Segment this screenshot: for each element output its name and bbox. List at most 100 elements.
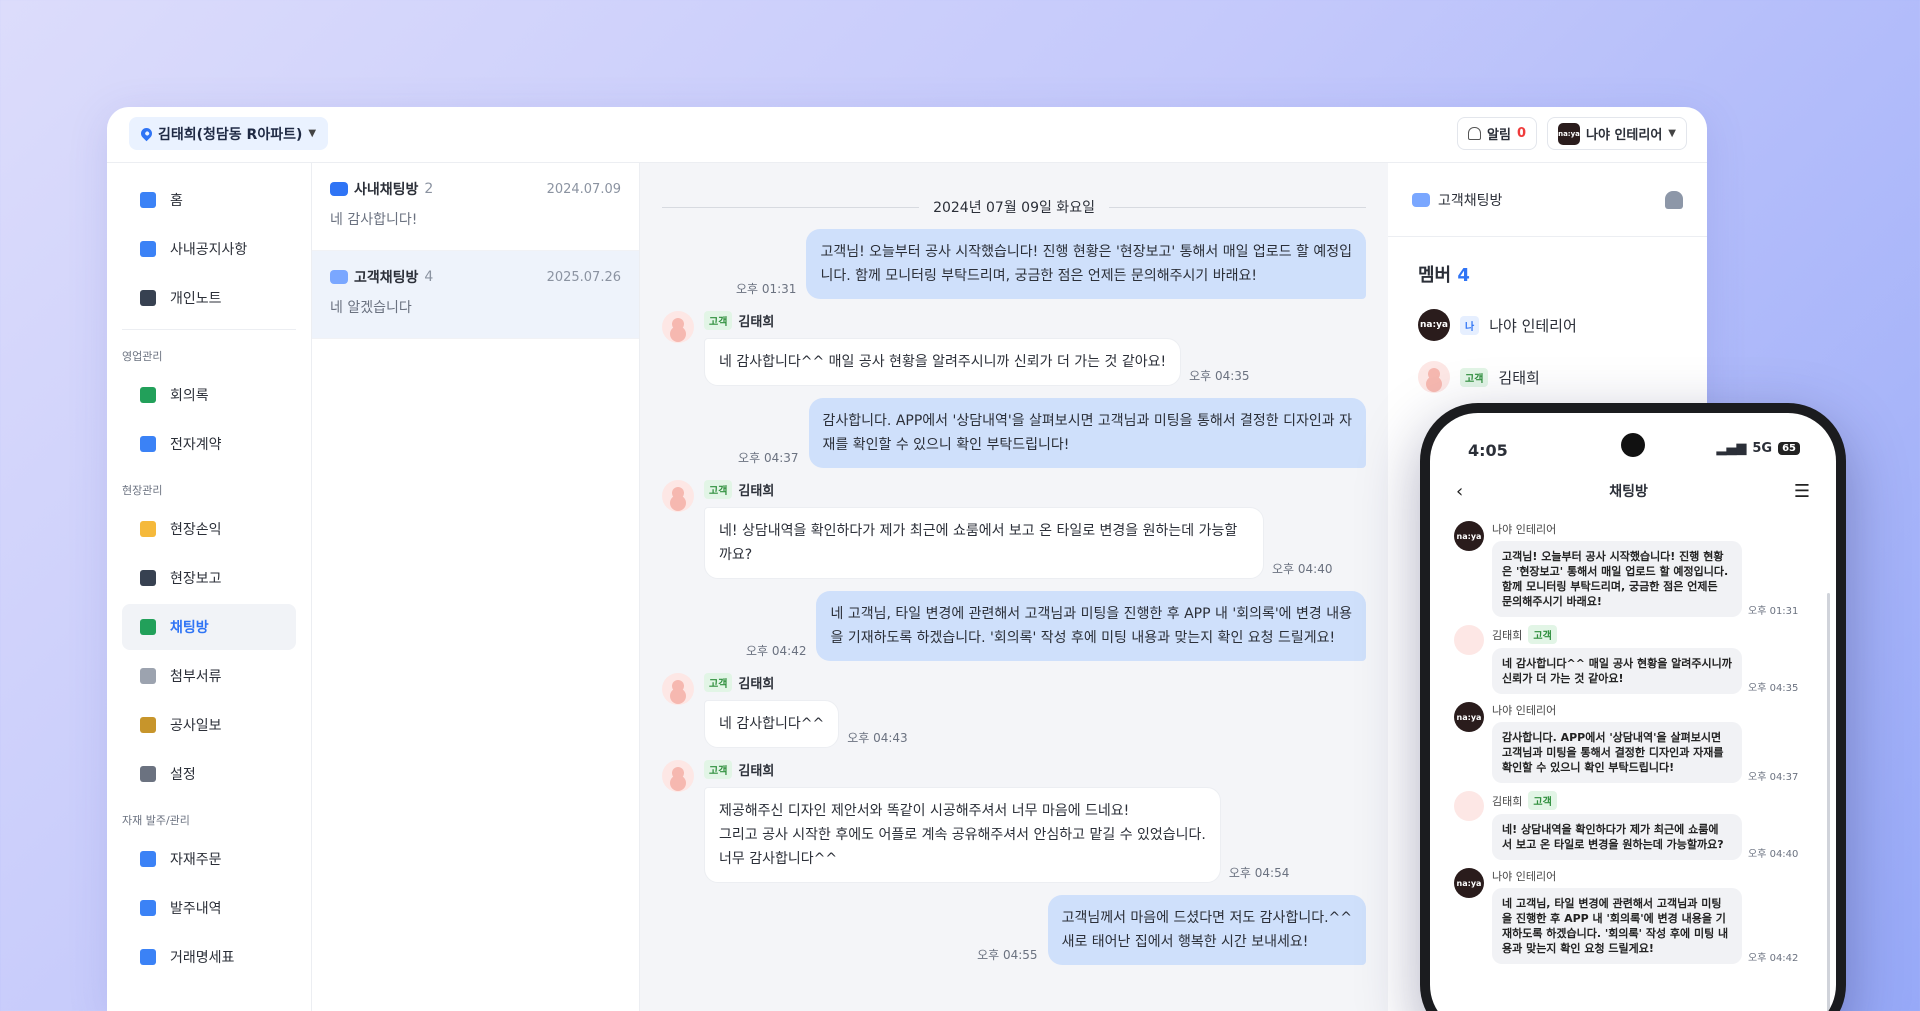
sidebar-item-label: 회의록 [170, 388, 209, 404]
phone-message-sender: 나야 인테리어 [1492, 521, 1816, 537]
invoice-icon [140, 949, 156, 965]
group-chat-icon [330, 270, 348, 284]
status-bar: 4:05 ▂▄▆ 5G 65 [1430, 413, 1836, 469]
date-divider: 2024년 07월 09일 화요일 [662, 197, 1366, 217]
avatar [662, 760, 694, 792]
message-line: 서 보고 온 타일로 변경을 원하는데 가능할까요? [1502, 838, 1724, 851]
sidebar-item[interactable]: 첨부서류 [122, 653, 296, 699]
room-item-customer[interactable]: 고객채팅방 4 2025.07.26 네 알겠습니다 [312, 251, 639, 339]
battery-level: 65 [1778, 442, 1800, 455]
company-logo: na:ya [1454, 868, 1484, 898]
members-label: 멤버 [1418, 265, 1452, 286]
sidebar-item-label: 설정 [170, 767, 196, 783]
group-chat-icon [1412, 192, 1430, 207]
chevron-down-icon: ▼ [308, 128, 317, 139]
room-item-internal[interactable]: 사내채팅방 2 2024.07.09 네 감사합니다! [312, 163, 639, 251]
company-logo: na:ya [1558, 122, 1580, 145]
sidebar-divider [122, 329, 296, 330]
message-line: 네 감사합니다^^ 매일 공사 현황을 알려주시니까 [1502, 657, 1732, 670]
notebook-icon [140, 290, 156, 306]
phone-message-bubble: 고객님! 오늘부터 공사 시작했습니다! 진행 현황 은 '현장보고' 통해서 매… [1492, 541, 1742, 617]
message-line: 감사합니다. APP에서 '상담내역'을 살펴보시면 [1502, 731, 1722, 744]
message-row-outgoing: 오후 01:31 고객님! 오늘부터 공사 시작했습니다! 진행 현황은 '현장보… [662, 229, 1366, 299]
chat-icon [140, 619, 156, 635]
sidebar-item-label: 첨부서류 [170, 669, 222, 685]
location-pin-icon [138, 125, 155, 142]
sidebar-item[interactable]: 채팅방 [122, 604, 296, 650]
room-last-message: 네 알겠습니다 [330, 300, 412, 316]
sidebar-item-label: 현장손익 [170, 522, 222, 538]
sidebar-item[interactable]: 자재주문 [122, 836, 296, 882]
message-sender: 고객 김태희 [704, 760, 1289, 779]
message-line: 그리고 공사 시작한 후에도 어플로 계속 공유해주셔서 안심하고 맡길 수 있… [719, 827, 1206, 843]
sidebar-item[interactable]: 회의록 [122, 372, 296, 418]
member-item[interactable]: 고객 김태희 [1388, 351, 1707, 403]
sidebar-item[interactable]: 사내공지사항 [122, 226, 296, 272]
room-last-message: 네 감사합니다! [330, 212, 418, 228]
status-time: 4:05 [1468, 441, 1508, 460]
message-bubble: 네 감사합니다^^ [704, 700, 840, 748]
member-item[interactable]: na:ya 나 나야 인테리어 [1388, 299, 1707, 351]
phone-message: na:ya 나야 인테리어 감사합니다. APP에서 '상담내역'을 살펴보시면 고객… [1430, 702, 1836, 783]
phone-mockup: 4:05 ▂▄▆ 5G 65 ‹ 채팅방 ☰ na:ya 나야 인테리어 고객님! … [1420, 403, 1846, 1011]
sidebar-item-label: 채팅방 [170, 620, 209, 636]
hamburger-menu-icon[interactable]: ☰ [1794, 481, 1810, 502]
profit-icon [140, 521, 156, 537]
phone-header: ‹ 채팅방 ☰ [1430, 469, 1836, 513]
message-line: 신뢰가 더 가는 것 같아요! [1502, 672, 1624, 685]
sidebar-item-label: 자재주문 [170, 852, 222, 868]
member-name: 나야 인테리어 [1489, 316, 1577, 335]
customer-tag: 고객 [704, 311, 733, 330]
cart-icon [140, 851, 156, 867]
section-material: 자재 발주/관리 [122, 814, 190, 827]
message-line: 재하도록 하겠습니다. '회의록' 작성 후에 미팅 내 [1502, 927, 1729, 940]
sender-name: 김태희 [738, 677, 775, 692]
back-icon[interactable]: ‹ [1456, 481, 1463, 502]
message-line: 고객님께서 마음에 드셨다면 저도 감사합니다.^^ [1061, 910, 1352, 926]
message-line: 네 감사합니다^^ [719, 716, 825, 732]
message-bubble: 고객님! 오늘부터 공사 시작했습니다! 진행 현황은 '현장보고' 통해서 매… [806, 229, 1366, 299]
message-time: 오후 04:35 [1748, 683, 1799, 694]
sidebar-item[interactable]: 개인노트 [122, 275, 296, 321]
sidebar-item-label: 현장보고 [170, 571, 222, 587]
phone-message: 김태희 고객 네 감사합니다^^ 매일 공사 현황을 알려주시니까 신뢰가 더 가는 … [1430, 625, 1836, 694]
megaphone-icon [140, 241, 156, 257]
message-column: 고객 김태희 네 감사합니다^^ 오후 04:43 [704, 673, 908, 748]
order-list-icon [140, 900, 156, 916]
chat-bubble-icon [330, 182, 348, 196]
company-logo: na:ya [1454, 521, 1484, 551]
minutes-icon [140, 387, 156, 403]
site-selector[interactable]: 김태희(청담동 R아파트) ▼ [129, 117, 329, 150]
home-icon [140, 192, 156, 208]
sidebar-item[interactable]: 홈 [122, 177, 296, 223]
report-icon [140, 570, 156, 586]
message-sender: 고객 김태희 [704, 673, 908, 692]
phone-message-bubble: 네 감사합니다^^ 매일 공사 현황을 알려주시니까신뢰가 더 가는 것 같아요… [1492, 648, 1742, 694]
sender-name: 나야 인테리어 [1492, 704, 1557, 717]
alerts-button[interactable]: 알림 0 [1457, 117, 1537, 150]
sidebar-item[interactable]: 거래명세표 [122, 934, 296, 980]
company-menu-button[interactable]: na:ya 나야 인테리어 ▼ [1547, 117, 1687, 150]
avatar [662, 311, 694, 343]
site-name: 김태희(청담동 R아파트) [158, 126, 303, 143]
chat-room-list: 사내채팅방 2 2024.07.09 네 감사합니다! 고객채팅방 4 2025… [312, 163, 640, 1011]
sidebar-item[interactable]: 공사일보 [122, 702, 296, 748]
message-line: 고객님! 오늘부터 공사 시작했습니다! 진행 현황 [1502, 550, 1724, 563]
section-sales: 영업관리 [122, 350, 163, 363]
sender-name: 나야 인테리어 [1492, 523, 1557, 536]
message-bubble: 감사합니다. APP에서 '상담내역'을 살펴보시면 고객님과 미팅을 통해서 … [808, 398, 1366, 468]
message-sender: 고객 김태희 [704, 480, 1332, 499]
message-bubble: 네 고객님, 타일 변경에 관련해서 고객님과 미팅을 진행한 후 APP 내 … [816, 591, 1366, 661]
chevron-down-icon: ▼ [1668, 128, 1676, 139]
sidebar-item[interactable]: 현장보고 [122, 555, 296, 601]
scrollbar[interactable] [1827, 593, 1830, 1011]
sidebar-item[interactable]: 발주내역 [122, 885, 296, 931]
message-time: 오후 04:35 [1189, 369, 1250, 383]
phone-message-sender: 나야 인테리어 [1492, 868, 1816, 884]
notification-bell-icon[interactable] [1665, 190, 1683, 209]
sidebar-item[interactable]: 설정 [122, 751, 296, 797]
sidebar-item[interactable]: 전자계약 [122, 421, 296, 467]
sidebar-item[interactable]: 현장손익 [122, 506, 296, 552]
message-column: 고객 김태희 네 감사합니다^^ 매일 공사 현황을 알려주시니까 신뢰가 더 가는… [704, 311, 1250, 386]
avatar [1454, 625, 1484, 655]
